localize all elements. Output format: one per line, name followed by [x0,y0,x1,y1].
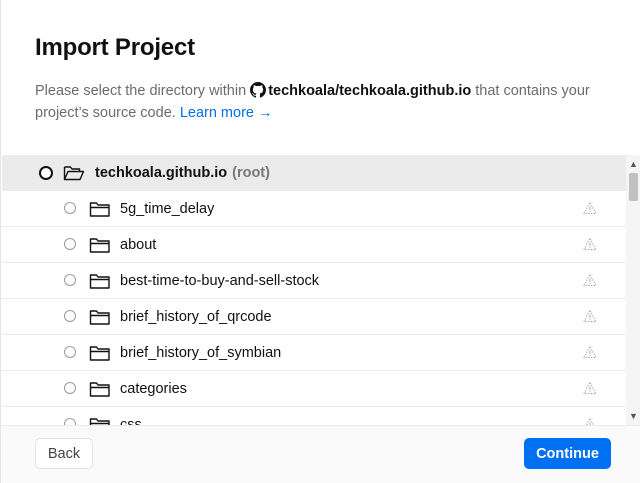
continue-button[interactable]: Continue [524,438,611,469]
radio-button[interactable] [64,382,76,394]
folder-icon [89,346,110,361]
list-scrollbar[interactable]: ▲ ▼ [626,155,640,425]
warning-triangle-icon [583,201,597,214]
warning-triangle-icon [583,273,597,286]
radio-button[interactable] [64,310,76,322]
dialog-footer: Back Continue [1,425,640,483]
scroll-down-arrow-icon[interactable]: ▼ [626,409,640,423]
folder-open-icon [63,166,85,181]
root-suffix: (root) [232,165,270,181]
directory-row[interactable]: brief_history_of_symbian [2,335,626,371]
repository-name: techkoala/techkoala.github.io [268,83,472,99]
directory-row[interactable]: css [2,407,626,425]
directory-row[interactable]: about [2,227,626,263]
radio-button[interactable] [64,202,76,214]
warning-triangle-icon [583,345,597,358]
directory-row[interactable]: brief_history_of_qrcode [2,299,626,335]
learn-more-link[interactable]: Learn more → [180,105,273,121]
directory-list: techkoala.github.io (root) 5g_time_delaya… [2,155,626,425]
directory-label-root: techkoala.github.io (root) [95,155,270,191]
folder-icon [89,202,110,217]
page-title: Import Project [35,34,195,61]
warning-triangle-icon [585,417,595,425]
radio-button-root[interactable] [39,166,53,180]
warning-triangle-icon [583,309,597,322]
directory-row[interactable]: categories [2,371,626,407]
directory-label: 5g_time_delay [120,201,215,217]
folder-icon [89,238,110,253]
directory-label: brief_history_of_qrcode [120,309,272,325]
radio-button[interactable] [64,238,76,250]
directory-row[interactable]: best-time-to-buy-and-sell-stock [2,263,626,299]
directory-row-root[interactable]: techkoala.github.io (root) [2,155,626,191]
directory-label: categories [120,381,187,397]
radio-button[interactable] [64,274,76,286]
radio-button[interactable] [64,346,76,358]
folder-icon [89,382,110,397]
folder-icon [89,418,110,425]
folder-icon [89,310,110,325]
folder-icon [89,274,110,289]
scroll-up-arrow-icon[interactable]: ▲ [626,157,640,171]
warning-triangle-icon [583,381,597,394]
dialog-description: Please select the directory within techk… [35,80,615,124]
scrollbar-thumb[interactable] [629,173,638,201]
github-icon [250,82,267,98]
directory-row[interactable]: 5g_time_delay [2,191,626,227]
directory-label: about [120,237,157,253]
directory-label: brief_history_of_symbian [120,345,282,361]
directory-label: css [120,417,142,425]
directory-label: best-time-to-buy-and-sell-stock [120,273,320,289]
description-before: Please select the directory within [35,83,247,99]
radio-button[interactable] [64,418,76,425]
import-project-dialog: Import Project Please select the directo… [0,0,640,483]
back-button[interactable]: Back [35,438,93,469]
root-name: techkoala.github.io [95,165,228,181]
warning-triangle-icon [583,237,597,250]
